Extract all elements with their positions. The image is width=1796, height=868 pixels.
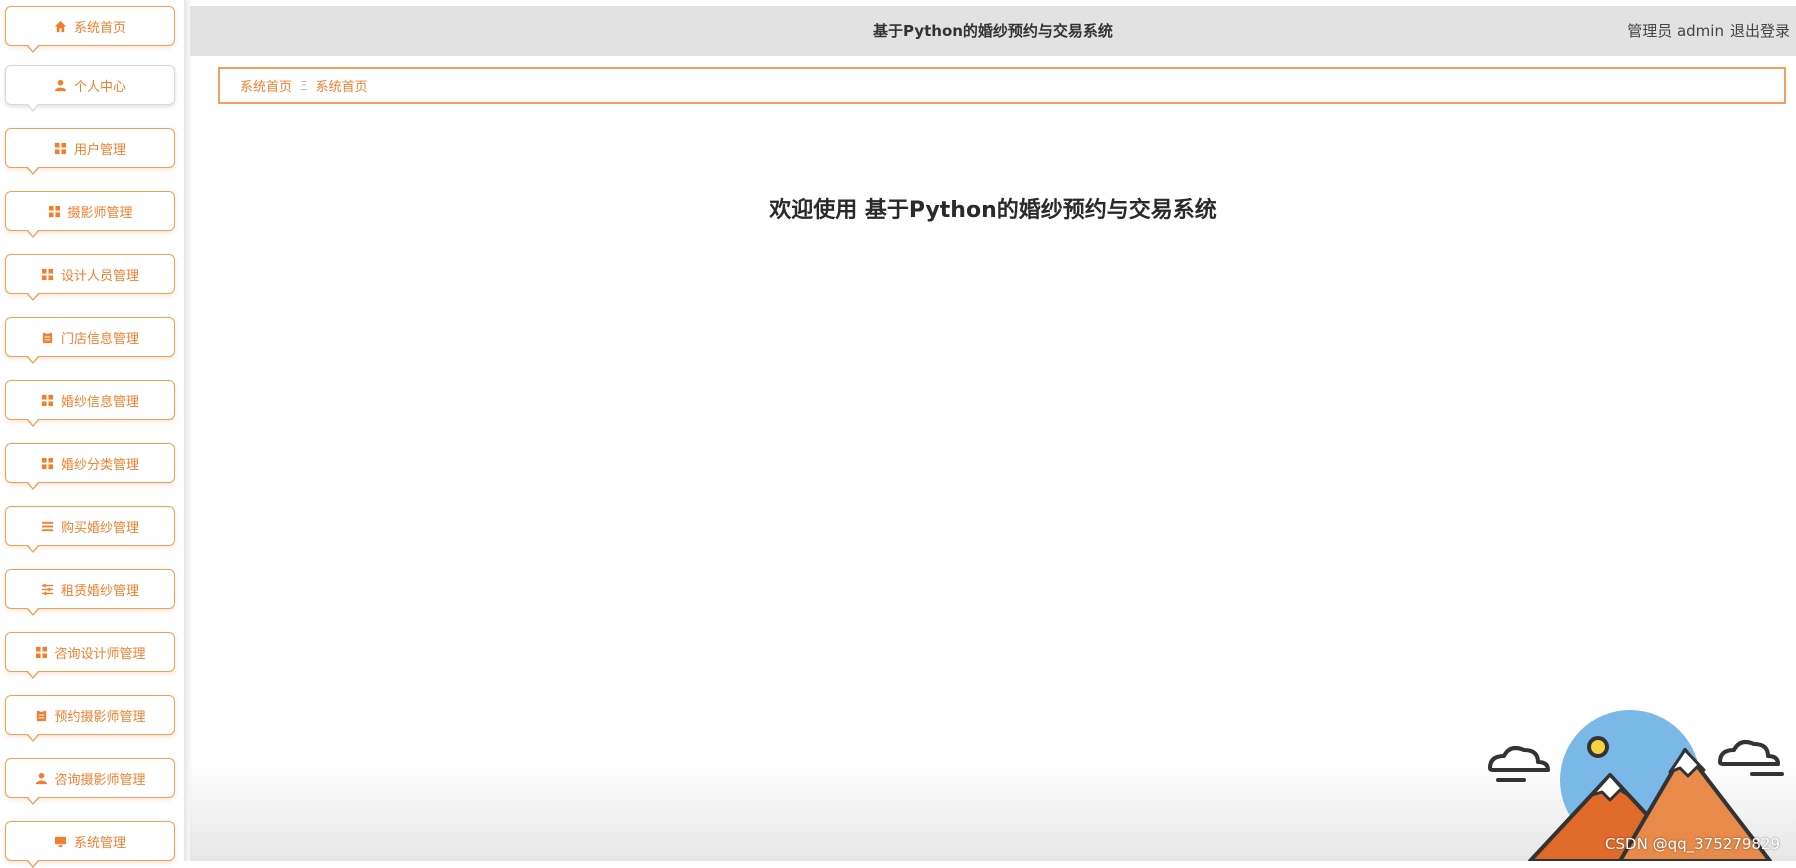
sidebar-item-label: 摄影师管理 <box>67 205 133 221</box>
sidebar-item-label: 预约摄影师管理 <box>54 709 146 725</box>
sidebar-item-consult-photographer-management[interactable]: 咨询摄影师管理 <box>5 758 175 805</box>
list-icon <box>41 519 55 533</box>
sidebar-item-label: 咨询设计师管理 <box>54 646 146 662</box>
sidebar: 系统首页 个人中心 用户管理 摄影师管理 设计人员管理 门店信息管理 婚纱信息管… <box>0 0 190 868</box>
clipboard-icon <box>34 708 48 722</box>
sidebar-item-dress-category-management[interactable]: 婚纱分类管理 <box>5 443 175 490</box>
sidebar-item-label: 系统首页 <box>73 20 126 36</box>
grid-icon <box>41 267 55 281</box>
sidebar-item-designer-management[interactable]: 设计人员管理 <box>5 254 175 301</box>
sidebar-item-label: 个人中心 <box>73 79 126 95</box>
sidebar-item-dress-info-management[interactable]: 婚纱信息管理 <box>5 380 175 427</box>
sidebar-item-label: 设计人员管理 <box>60 268 139 284</box>
breadcrumb-home-link[interactable]: 系统首页 <box>240 76 292 95</box>
sidebar-divider <box>184 0 192 861</box>
sidebar-item-label: 咨询摄影师管理 <box>54 772 146 788</box>
sidebar-item-user-management[interactable]: 用户管理 <box>5 128 175 175</box>
logout-link[interactable]: 退出登录 <box>1730 22 1790 40</box>
sidebar-item-system-management[interactable]: 系统管理 <box>5 821 175 868</box>
sidebar-item-photographer-management[interactable]: 摄影师管理 <box>5 191 175 238</box>
sidebar-item-label: 用户管理 <box>73 142 126 158</box>
sidebar-item-label: 系统管理 <box>73 835 126 851</box>
grid-icon <box>41 393 55 407</box>
sidebar-item-home[interactable]: 系统首页 <box>5 6 175 53</box>
sidebar-item-personal-center[interactable]: 个人中心 <box>5 65 175 112</box>
grid-icon <box>41 456 55 470</box>
clipboard-icon <box>41 330 55 344</box>
breadcrumb-current: 系统首页 <box>315 80 368 95</box>
sliders-icon <box>41 582 55 596</box>
user-label: 管理员 admin <box>1627 22 1724 40</box>
top-header: 基于Python的婚纱预约与交易系统 管理员 admin 退出登录 <box>190 6 1796 56</box>
user-icon <box>34 771 48 785</box>
sidebar-item-consult-designer-management[interactable]: 咨询设计师管理 <box>5 632 175 679</box>
sidebar-item-rental-management[interactable]: 租赁婚纱管理 <box>5 569 175 616</box>
watermark: CSDN @qq_375279829 <box>1605 835 1780 853</box>
sidebar-item-label: 购买婚纱管理 <box>60 520 139 536</box>
grid-icon <box>34 645 48 659</box>
sidebar-item-book-photographer-management[interactable]: 预约摄影师管理 <box>5 695 175 742</box>
app-title: 基于Python的婚纱预约与交易系统 <box>873 22 1113 40</box>
sidebar-item-store-management[interactable]: 门店信息管理 <box>5 317 175 364</box>
sidebar-item-label: 租赁婚纱管理 <box>60 583 139 599</box>
sidebar-item-purchase-management[interactable]: 购买婚纱管理 <box>5 506 175 553</box>
breadcrumb: 系统首页 Ξ 系统首页 <box>218 67 1786 104</box>
header-user-area: 管理员 admin 退出登录 <box>1621 20 1790 41</box>
sidebar-item-label: 婚纱信息管理 <box>60 394 139 410</box>
breadcrumb-separator-icon: Ξ <box>300 78 308 93</box>
home-icon <box>54 19 68 33</box>
sidebar-item-label: 门店信息管理 <box>60 331 139 347</box>
sidebar-item-label: 婚纱分类管理 <box>60 457 139 473</box>
monitor-icon <box>54 834 68 848</box>
user-icon <box>54 78 68 92</box>
welcome-heading: 欢迎使用 基于Python的婚纱预约与交易系统 <box>769 198 1217 223</box>
grid-icon <box>54 141 68 155</box>
grid-icon <box>47 204 61 218</box>
